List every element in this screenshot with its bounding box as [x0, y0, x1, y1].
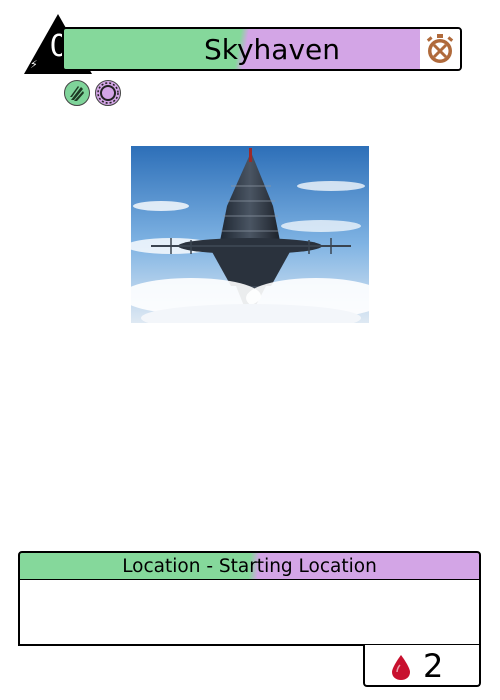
title-icon-box — [420, 29, 460, 69]
title-bar: Skyhaven — [62, 27, 462, 71]
green-claw-faction-icon — [64, 80, 90, 106]
rules-text-box — [18, 580, 481, 646]
purple-circle-faction-icon — [95, 80, 121, 106]
blood-drop-icon — [392, 655, 410, 680]
card-type-line: Location - Starting Location — [18, 551, 481, 581]
stat-value: 2 — [423, 647, 444, 685]
card-art — [131, 146, 369, 323]
clock-crossed-icon — [426, 34, 454, 63]
card-name: Skyhaven — [203, 33, 340, 66]
lightning-bolt-icon: ⚡ — [30, 58, 38, 71]
stat-box: 2 — [363, 645, 481, 687]
